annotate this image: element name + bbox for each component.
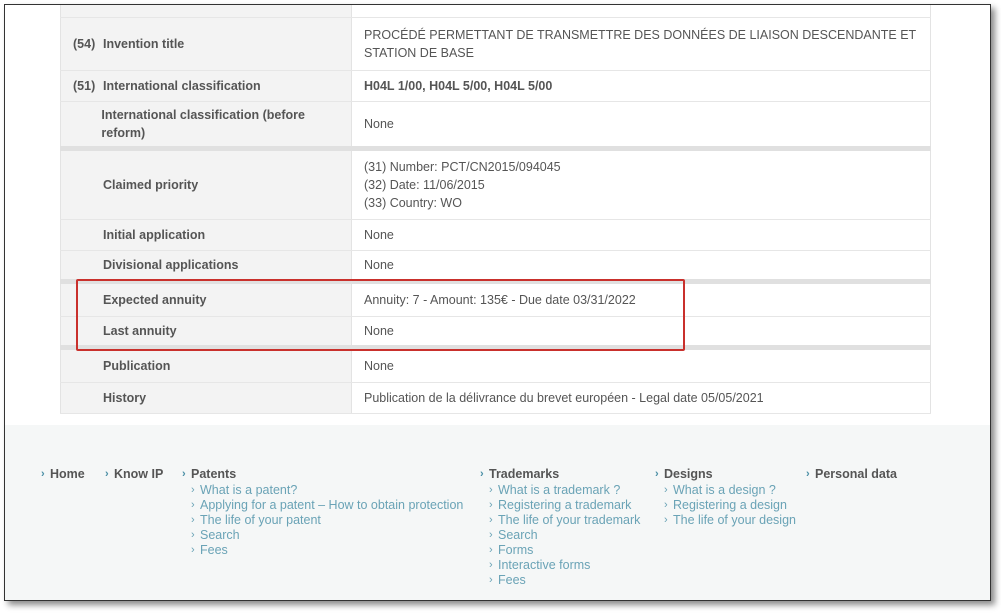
footer-col-trademarks: › Trademarks › What is a trademark ? › Reg… [480, 466, 640, 587]
footer-sublink[interactable]: › Interactive forms [489, 557, 640, 572]
priority-number: (31) Number: PCT/CN2015/094045 [364, 159, 561, 174]
chevron-right-icon: › [664, 498, 668, 511]
table-row-international-classification: (51) International classification H04L 1… [60, 70, 931, 102]
field-code: (54) [73, 36, 96, 51]
chevron-right-icon: › [191, 483, 195, 496]
footer-trademarks-list: › What is a trademark ? › Registering a tr… [489, 482, 640, 587]
field-label: Publication [103, 358, 171, 373]
table-row-expected-annuity: Expected annuity Annuity: 7 - Amount: 13… [60, 278, 931, 317]
chevron-right-icon: › [105, 468, 109, 480]
chevron-right-icon: › [489, 543, 493, 556]
footer-link-personal-data[interactable]: › Personal data [806, 466, 897, 482]
field-label: Initial application [103, 227, 206, 242]
table-row-last-annuity: Last annuity None [60, 316, 931, 348]
table-row-initial-application: Initial application None [60, 219, 931, 251]
footer-patents-list: › What is a patent? › Applying for a paten… [191, 482, 463, 557]
footer-sublink[interactable]: › What is a patent? [191, 482, 463, 497]
priority-date: (32) Date: 11/06/2015 [364, 177, 485, 192]
chevron-right-icon: › [182, 468, 186, 480]
footer-link-home[interactable]: › Home [41, 466, 85, 482]
field-label: Invention title [103, 36, 185, 51]
footer-sublink[interactable]: › The life of your design [664, 512, 796, 527]
table-row-classification-before-reform: International classification (before ref… [60, 101, 931, 149]
site-footer: › Home › Know IP › Patents › What is a pa… [5, 425, 990, 600]
field-value: H04L 1/00, H04L 5/00, H04L 5/00 [351, 70, 931, 102]
chevron-right-icon: › [655, 468, 659, 480]
row-value [351, 5, 931, 18]
table-row [60, 5, 931, 18]
footer-sublink[interactable]: › Registering a trademark [489, 497, 640, 512]
chevron-right-icon: › [191, 528, 195, 541]
table-row-claimed-priority: Claimed priority (31) Number: PCT/CN2015… [60, 145, 931, 220]
footer-link-trademarks[interactable]: › Trademarks [480, 466, 640, 482]
footer-link-patents[interactable]: › Patents [182, 466, 463, 482]
priority-country: (33) Country: WO [364, 195, 462, 210]
field-label: Claimed priority [103, 177, 199, 192]
footer-sublink[interactable]: › Search [191, 527, 463, 542]
chevron-right-icon: › [489, 528, 493, 541]
field-value: None [351, 101, 931, 149]
chevron-right-icon: › [480, 468, 484, 480]
field-label: History [103, 390, 147, 405]
field-label: International classification [103, 78, 261, 93]
chevron-right-icon: › [191, 513, 195, 526]
field-value: None [351, 219, 931, 251]
field-value: Annuity: 7 - Amount: 135€ - Due date 03/… [351, 278, 931, 317]
footer-link-designs[interactable]: › Designs [655, 466, 796, 482]
footer-link-know-ip[interactable]: › Know IP [105, 466, 163, 482]
field-label: Divisional applications [103, 257, 239, 272]
footer-sublink[interactable]: › What is a trademark ? [489, 482, 640, 497]
table-row-history: History Publication de la délivrance du … [60, 382, 931, 414]
field-value: None [351, 250, 931, 282]
footer-col-patents: › Patents › What is a patent? › Applying f… [182, 466, 463, 557]
chevron-right-icon: › [664, 483, 668, 496]
footer-col-home: › Home [41, 466, 85, 482]
chevron-right-icon: › [191, 498, 195, 511]
chevron-right-icon: › [191, 543, 195, 556]
footer-sublink[interactable]: › Fees [489, 572, 640, 587]
footer-col-designs: › Designs › What is a design ? › Registeri… [655, 466, 796, 527]
footer-sublink[interactable]: › The life of your patent [191, 512, 463, 527]
chevron-right-icon: › [489, 573, 493, 586]
field-label: Expected annuity [103, 292, 207, 307]
chevron-right-icon: › [489, 498, 493, 511]
field-label: Last annuity [103, 323, 177, 338]
field-value: PROCÉDÉ PERMETTANT DE TRANSMETTRE DES DO… [351, 17, 931, 71]
browser-viewport: (54) Invention title PROCÉDÉ PERMETTANT … [4, 4, 991, 601]
chevron-right-icon: › [664, 513, 668, 526]
chevron-right-icon: › [489, 513, 493, 526]
footer-sublink[interactable]: › Fees [191, 542, 463, 557]
table-row-publication: Publication None [60, 344, 931, 383]
table-row-invention-title: (54) Invention title PROCÉDÉ PERMETTANT … [60, 17, 931, 71]
chevron-right-icon: › [489, 483, 493, 496]
footer-sublink[interactable]: › Search [489, 527, 640, 542]
field-value: Publication de la délivrance du brevet e… [351, 382, 931, 414]
chevron-right-icon: › [806, 468, 810, 480]
footer-sublink[interactable]: › Registering a design [664, 497, 796, 512]
field-value: (31) Number: PCT/CN2015/094045 (32) Date… [351, 145, 931, 220]
chevron-right-icon: › [41, 468, 45, 480]
footer-sublink[interactable]: › Forms [489, 542, 640, 557]
footer-col-know-ip: › Know IP [105, 466, 163, 482]
footer-sublink[interactable]: › Applying for a patent – How to obtain p… [191, 497, 463, 512]
footer-sublink[interactable]: › What is a design ? [664, 482, 796, 497]
footer-designs-list: › What is a design ? › Registering a desig… [664, 482, 796, 527]
field-label: International classification (before ref… [101, 107, 305, 140]
table-row-divisional-applications: Divisional applications None [60, 250, 931, 282]
field-code: (51) [73, 78, 96, 93]
footer-col-personal-data: › Personal data [806, 466, 897, 482]
field-value: None [351, 316, 931, 348]
row-label [60, 5, 352, 18]
footer-sublink[interactable]: › The life of your trademark [489, 512, 640, 527]
chevron-right-icon: › [489, 558, 493, 571]
field-value: None [351, 344, 931, 383]
patent-record-table: (54) Invention title PROCÉDÉ PERMETTANT … [60, 5, 931, 414]
